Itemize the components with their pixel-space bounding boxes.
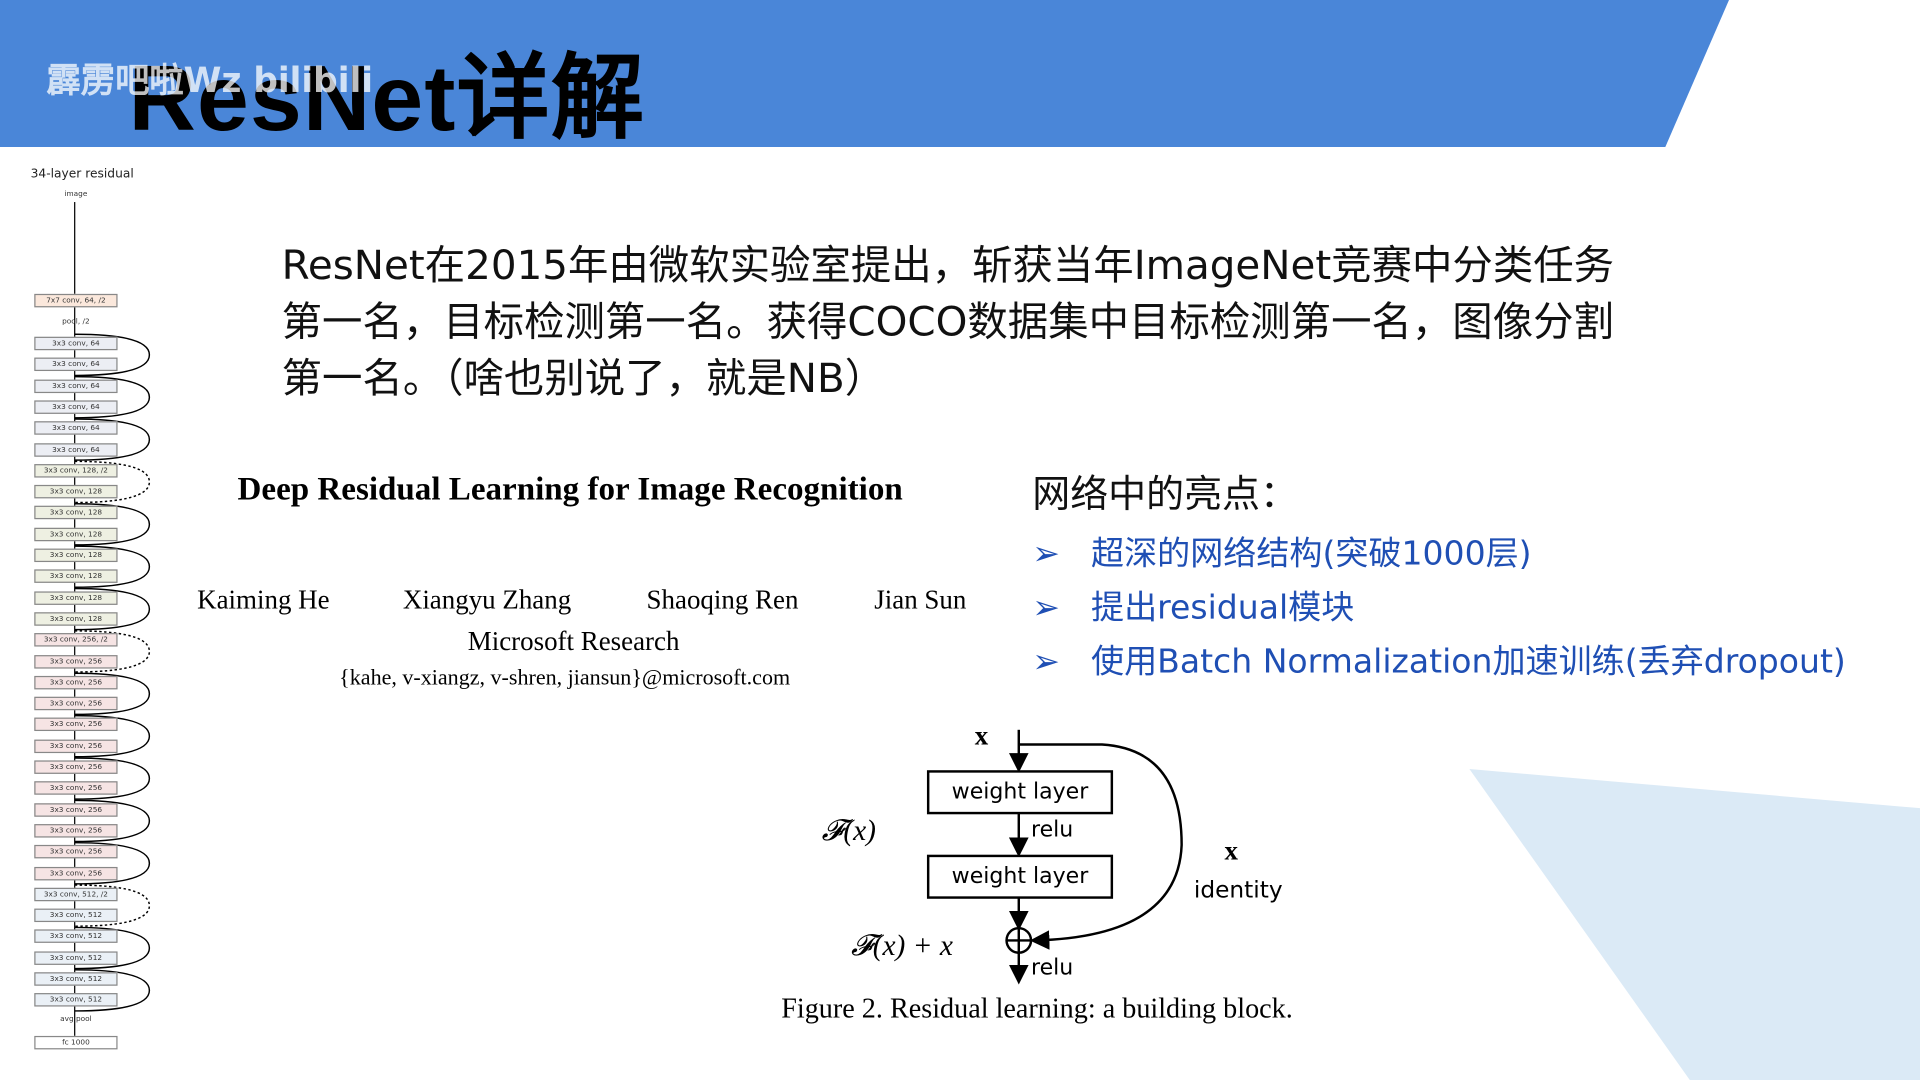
net-layer: 3x3 conv, 128: [34, 485, 118, 499]
net-layer: fc 1000: [34, 1035, 118, 1050]
net-layer: 3x3 conv, 64: [34, 400, 118, 414]
net-layer: 3x3 conv, 128: [34, 590, 118, 605]
relu-label: relu: [1031, 816, 1074, 843]
net-layer: 3x3 conv, 256: [34, 781, 118, 796]
weight-layer-1: weight layer: [951, 778, 1089, 805]
identity-x-label: x: [1224, 835, 1238, 866]
net-layer: 3x3 conv, 128: [34, 569, 118, 584]
net-layer: 3x3 conv, 64: [34, 357, 118, 372]
net-layer: 3x3 conv, 256: [34, 654, 118, 668]
net-layer: 7x7 conv, 64, /2: [34, 293, 118, 308]
net-layer: 3x3 conv, 128: [34, 506, 118, 520]
net-layer: 3x3 conv, 512, /2: [34, 887, 118, 901]
weight-layer-2: weight layer: [951, 863, 1089, 889]
net-pool-label: pool, /2: [62, 317, 90, 326]
net-layer: 3x3 conv, 64: [34, 442, 118, 457]
net-layer: 3x3 conv, 256: [34, 845, 118, 859]
net-layer: 3x3 conv, 512: [34, 993, 118, 1007]
net-layer: 3x3 conv, 128: [34, 612, 118, 626]
input-x-label: x: [974, 720, 989, 751]
net-layer: 3x3 conv, 256, /2: [34, 633, 118, 647]
relu-label: relu: [1031, 955, 1074, 981]
net-layer: 3x3 conv, 512: [34, 929, 118, 944]
net-layer: 3x3 conv, 256: [34, 675, 118, 690]
slide: ResNet详解 霹雳吧啦Wz bilibili ResNet在2015年由微软…: [0, 0, 1920, 1080]
net-layer: 3x3 conv, 128: [34, 527, 118, 541]
net-layer: 3x3 conv, 256: [34, 718, 118, 732]
net-layer: 3x3 conv, 256: [34, 866, 118, 880]
net-layer: 3x3 conv, 256: [34, 802, 118, 817]
identity-label: identity: [1193, 876, 1283, 904]
net-layer: 3x3 conv, 512: [34, 951, 118, 965]
net-layer: 3x3 conv, 256: [34, 696, 118, 711]
net-layer: 3x3 conv, 128: [34, 548, 118, 563]
figure-caption: Figure 2. Residual learning: a building …: [781, 993, 1293, 1024]
net-layer: 3x3 conv, 64: [34, 336, 118, 351]
residual-block-diagram: [926, 729, 1183, 985]
net-layer: 3x3 conv, 512: [34, 908, 118, 923]
net-layer: 3x3 conv, 64: [34, 379, 118, 393]
net-layer: 3x3 conv, 256: [34, 760, 118, 774]
fx-label: 𝓕(x): [821, 815, 876, 848]
net-layer: 3x3 conv, 64: [34, 421, 118, 435]
net-layer: 3x3 conv, 256: [34, 823, 118, 838]
net-layer: 3x3 conv, 128, /2: [34, 463, 118, 478]
net-layer: 3x3 conv, 256: [34, 739, 118, 753]
net-avgpool-label: avg pool: [60, 1015, 92, 1024]
net-layer: 3x3 conv, 512: [34, 972, 118, 986]
sum-label: 𝓕(x) + x: [851, 930, 953, 963]
